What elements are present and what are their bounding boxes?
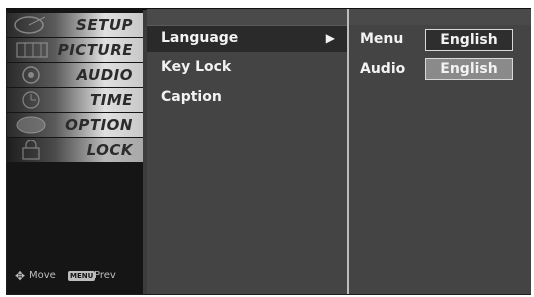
sidebar-item-picture[interactable]: PICTURE [7,38,143,62]
menu-language-select[interactable]: English [425,29,513,51]
sidebar-item-label: OPTION [65,116,133,134]
submenu-header-bar [349,9,531,25]
sidebar-item-label: LOCK [86,141,133,159]
move-hint-label: Move [29,270,56,281]
menu-item-language[interactable]: Language ▶ [147,26,347,52]
padlock-icon [22,140,40,160]
menu-item-label: Language [161,30,239,46]
navigation-hints: ✥ Move MENU Prev [7,268,143,286]
menu-key-badge: MENU [68,271,96,281]
sidebar-item-time[interactable]: TIME [7,88,143,112]
sidebar-item-label: SETUP [76,16,133,34]
menu-item-caption[interactable]: Caption [147,85,347,111]
language-submenu-panel [349,9,531,294]
sidebar-item-label: AUDIO [76,66,133,84]
menu-item-label: Caption [161,89,222,105]
satellite-dish-icon [14,16,46,34]
prev-hint-label: Prev [94,270,116,281]
tv-osd-screen: SETUP PICTURE AUDIO TIME OPTION LOCK ✥ M… [0,0,534,297]
menu-item-key-lock[interactable]: Key Lock [147,55,347,81]
clock-icon [22,91,40,109]
submenu-arrow-icon: ▶ [325,31,335,45]
dpad-icon: ✥ [15,269,26,283]
sidebar-item-setup[interactable]: SETUP [7,13,143,37]
sidebar-item-audio[interactable]: AUDIO [7,63,143,87]
audio-language-select[interactable]: English [425,58,513,80]
sidebar-item-label: PICTURE [57,41,133,59]
audio-language-label: Audio [360,61,406,77]
category-sidebar: SETUP PICTURE AUDIO TIME OPTION LOCK [7,9,143,294]
sidebar-item-label: TIME [90,91,133,109]
speaker-icon [22,66,40,84]
sidebar-item-lock[interactable]: LOCK [7,138,143,162]
menu-header-bar [147,9,347,26]
sidebar-item-option[interactable]: OPTION [7,113,143,137]
menu-item-label: Key Lock [161,59,232,75]
option-tag-icon [16,116,46,134]
menu-language-label: Menu [360,31,404,47]
